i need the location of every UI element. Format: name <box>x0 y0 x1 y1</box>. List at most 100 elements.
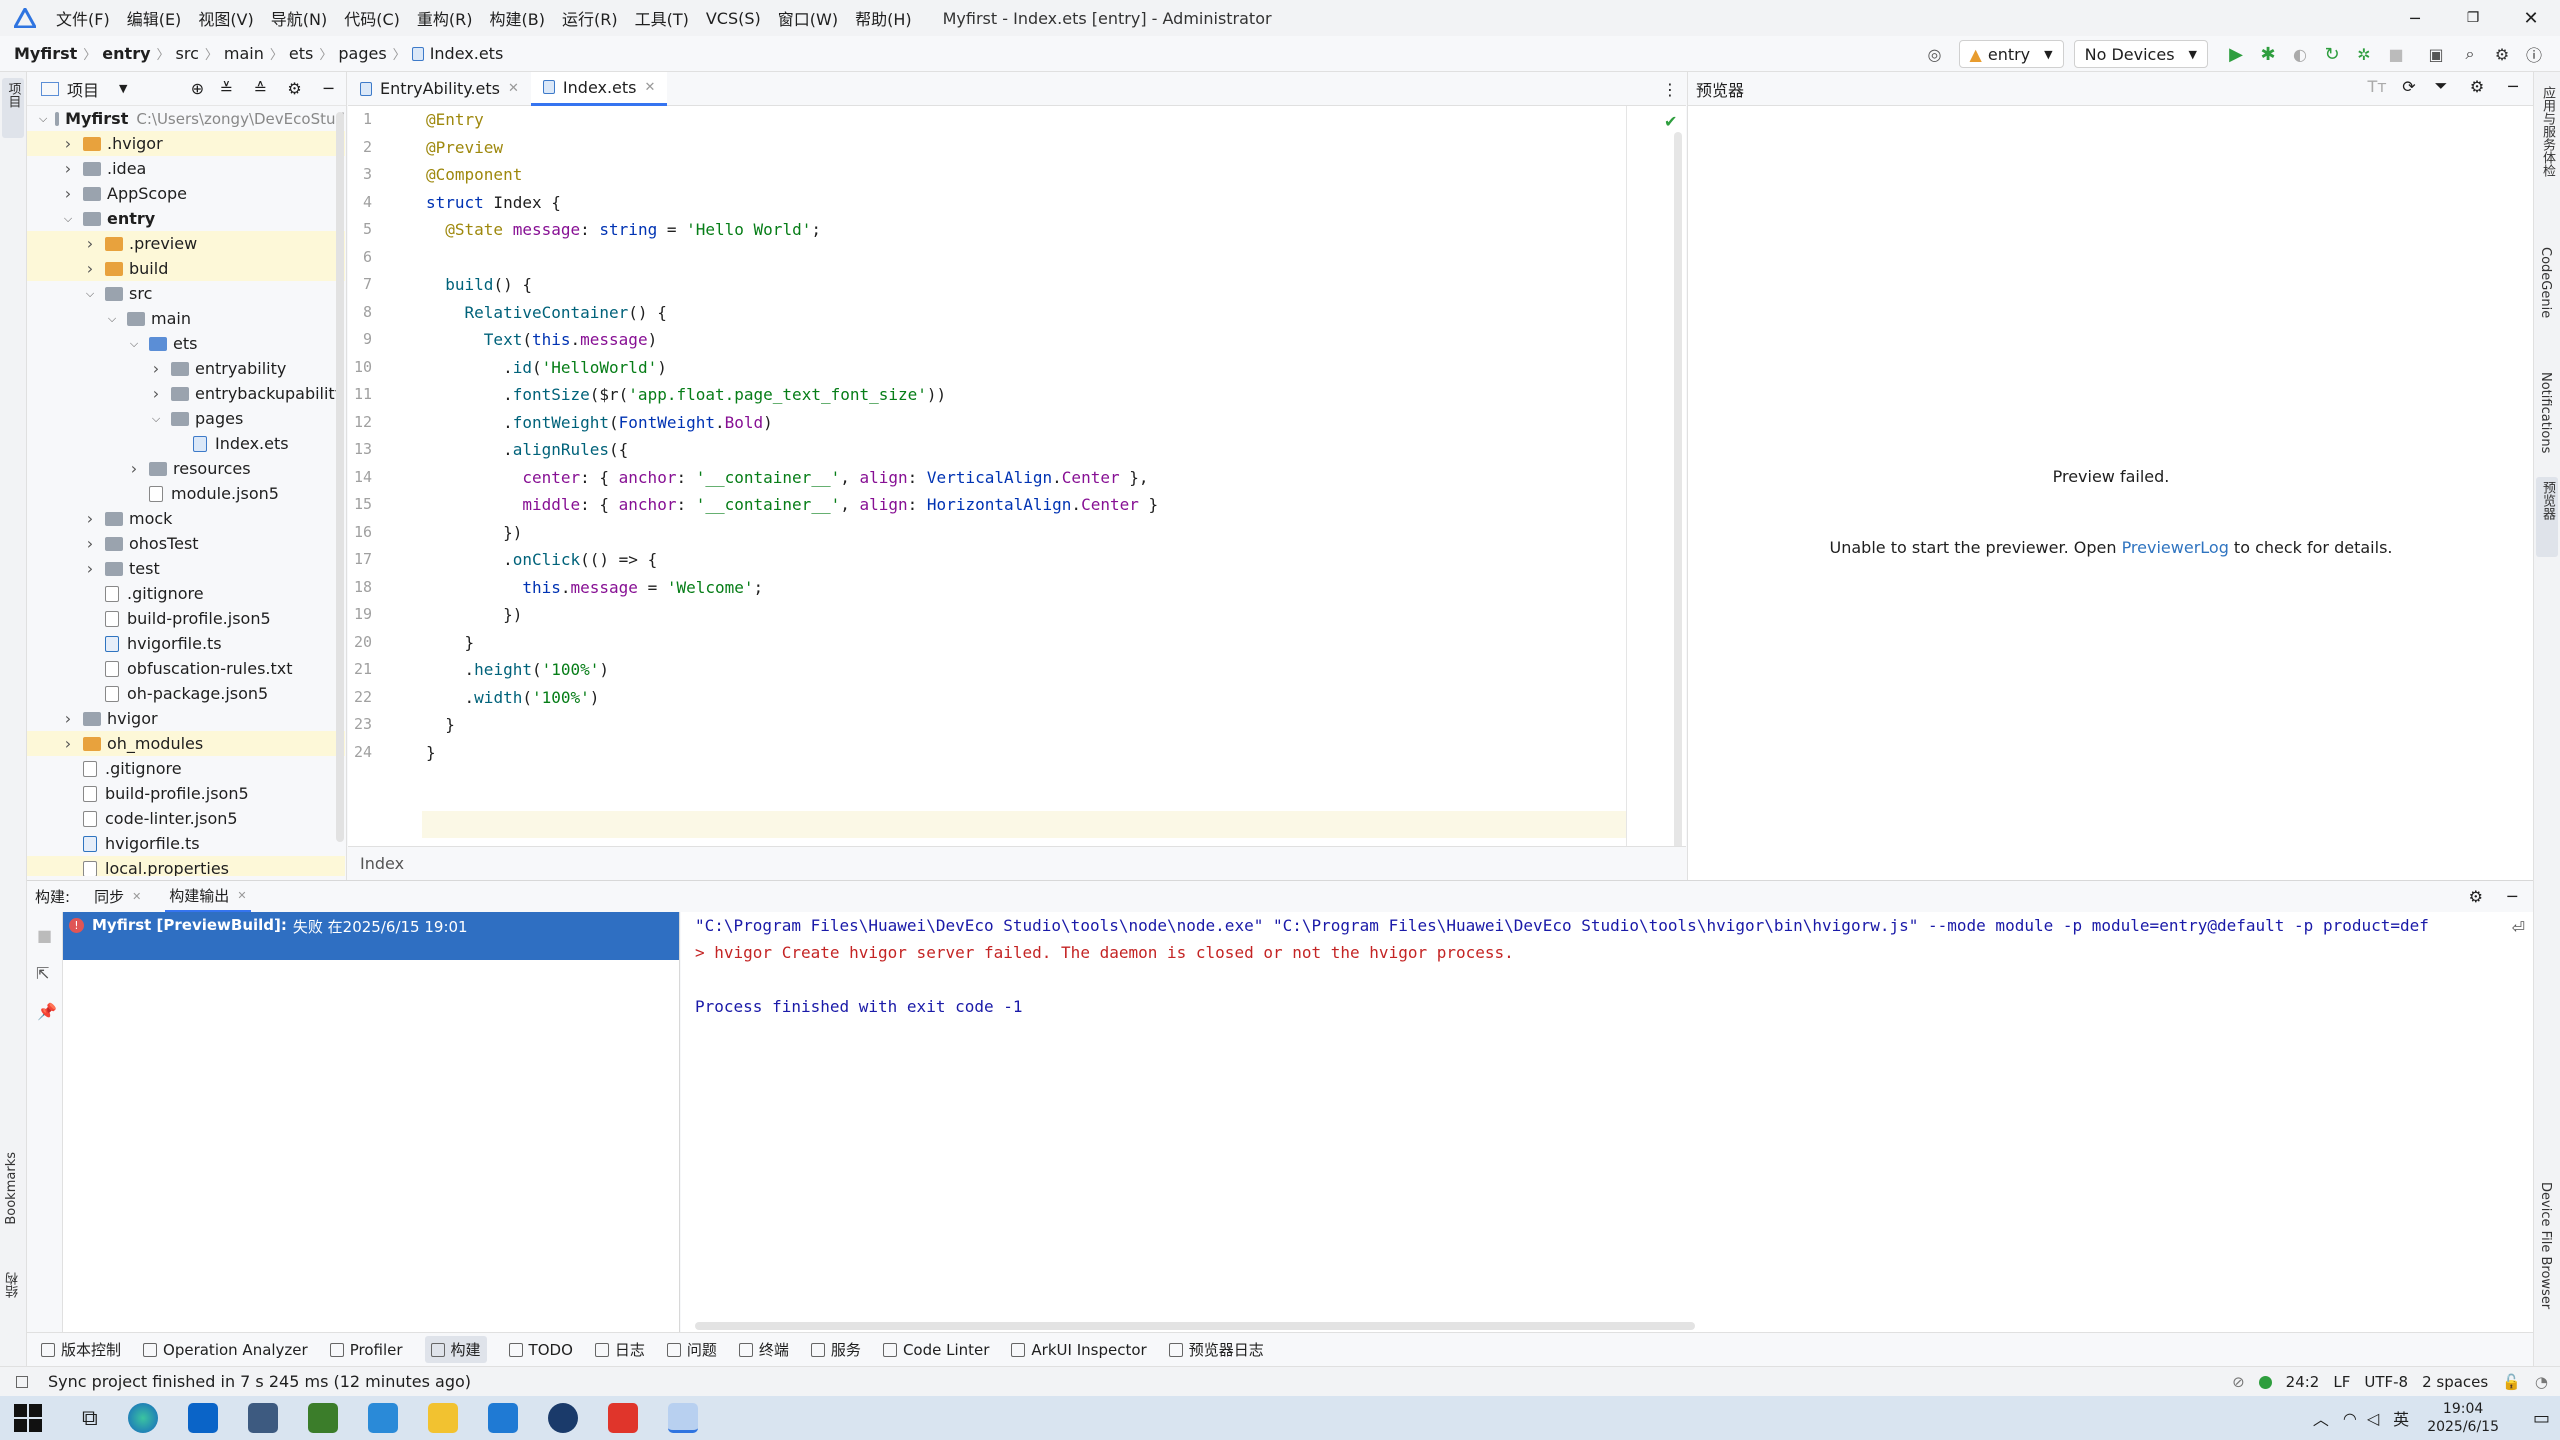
notification-center-icon[interactable]: ▭ <box>2533 1408 2550 1429</box>
line-ending[interactable]: LF <box>2333 1373 2350 1391</box>
horizontal-scrollbar[interactable] <box>695 1322 1695 1330</box>
status-toggle-icon[interactable] <box>16 1375 28 1388</box>
code-area[interactable]: 1 @Entry 2 @Preview 3 @Component 4 struct Index… <box>348 106 1638 846</box>
tree-node[interactable]: › .idea <box>27 156 345 181</box>
tab-index[interactable]: Index.ets ✕ <box>530 71 668 106</box>
chevron-right-icon[interactable]: › <box>83 534 97 553</box>
menu-item[interactable]: 工具(T) <box>635 6 689 30</box>
tree-node[interactable]: › hvigor <box>27 706 345 731</box>
project-panel-title[interactable]: 项目 <box>67 77 99 101</box>
device-selector[interactable]: No Devices ▼ <box>2073 40 2208 68</box>
vscode-icon[interactable] <box>487 1403 518 1433</box>
tool-tab[interactable]: 构建 <box>424 1336 487 1363</box>
tool-tab[interactable]: Code Linter <box>882 1341 989 1359</box>
chevron-right-icon[interactable]: › <box>61 734 75 753</box>
help-icon[interactable]: ⓘ <box>2518 42 2550 66</box>
breadcrumb-item[interactable]: src <box>176 44 199 63</box>
hide-icon[interactable]: ─ <box>2497 77 2529 96</box>
tree-node[interactable]: › .hvigor <box>27 131 345 156</box>
windows-start-icon[interactable] <box>14 1404 42 1432</box>
tree-node[interactable]: build-profile.json5 <box>27 781 345 806</box>
tab-entryability[interactable]: EntryAbility.ets ✕ <box>348 72 531 106</box>
run-icon[interactable]: ▶ <box>2220 44 2252 65</box>
edge-icon[interactable] <box>127 1403 158 1433</box>
hide-icon[interactable]: ─ <box>2507 887 2517 906</box>
project-tool-button[interactable]: 项目 <box>2 78 24 138</box>
chevron-right-icon[interactable]: › <box>83 509 97 528</box>
pin-icon[interactable]: 📌 <box>37 1002 57 1021</box>
tree-node[interactable]: ⌵ Myfirst C:\Users\zongy\DevEcoStud <box>27 106 345 131</box>
menu-item[interactable]: 导航(N) <box>271 6 327 30</box>
tool-tab[interactable]: ArkUI Inspector <box>1011 1341 1147 1359</box>
tree-scrollbar[interactable] <box>336 112 344 842</box>
tool-tab[interactable]: 终端 <box>738 1339 789 1360</box>
tool-tab[interactable]: TODO <box>508 1341 573 1359</box>
close-icon[interactable]: ✕ <box>645 80 656 95</box>
tool-tab[interactable]: 服务 <box>810 1339 861 1360</box>
tree-node[interactable]: › entryability <box>27 356 345 381</box>
menu-item[interactable]: 代码(C) <box>344 6 400 30</box>
debug-icon[interactable]: ✱ <box>2252 44 2284 65</box>
notifications-tool-button[interactable]: Notifications <box>2538 372 2553 457</box>
chevron-down-icon[interactable]: ⌵ <box>83 287 97 301</box>
tree-node[interactable]: ⌵ main <box>27 306 345 331</box>
close-icon[interactable]: ✕ <box>132 890 141 903</box>
app-circle-icon[interactable] <box>547 1403 578 1433</box>
close-icon[interactable]: ✕ <box>237 889 246 902</box>
tree-node[interactable]: › resources <box>27 456 345 481</box>
tree-node[interactable]: Index.ets <box>27 431 345 456</box>
refresh-icon[interactable]: ⟳ <box>2393 77 2425 96</box>
tree-node[interactable]: .gitignore <box>27 581 345 606</box>
tree-node[interactable]: › AppScope <box>27 181 345 206</box>
task-view-icon[interactable]: ⧉ <box>82 1406 98 1431</box>
app-service-tool-button[interactable]: 应用与服务体检 <box>2538 86 2557 181</box>
codegenie-tool-button[interactable]: CodeGenie <box>2538 247 2553 322</box>
store-icon[interactable] <box>367 1403 398 1433</box>
clock[interactable]: 19:04 2025/6/15 <box>2427 1400 2499 1436</box>
tree-node[interactable]: › entrybackupability <box>27 381 345 406</box>
volume-icon[interactable]: ◁ <box>2367 1409 2379 1428</box>
tree-node[interactable]: › mock <box>27 506 345 531</box>
collapse-all-icon[interactable]: ≙ <box>243 79 277 98</box>
profile-icon[interactable]: ◐ <box>2284 45 2316 64</box>
indent-setting[interactable]: 2 spaces <box>2422 1373 2488 1391</box>
build-tab-output[interactable]: 构建输出 ✕ <box>165 881 251 913</box>
menu-item[interactable]: VCS(S) <box>706 9 761 28</box>
device-manager-icon[interactable]: ▣ <box>2418 45 2454 64</box>
tree-node[interactable]: local.properties <box>27 856 345 876</box>
chevron-down-icon[interactable]: ▼ <box>119 82 127 95</box>
structure-tool-button[interactable]: 结构 <box>4 1272 23 1302</box>
input-language[interactable]: 英 <box>2393 1406 2409 1430</box>
status-message[interactable]: Sync project finished in 7 s 245 ms (12 … <box>48 1372 471 1391</box>
more-options-icon[interactable]: ⋮ <box>1662 80 1678 99</box>
settings-icon[interactable]: ⚙ <box>2469 887 2483 906</box>
hide-icon[interactable]: ─ <box>311 79 345 98</box>
chevron-right-icon[interactable]: › <box>149 384 163 403</box>
chevron-right-icon[interactable]: › <box>83 559 97 578</box>
tree-node[interactable]: › test <box>27 556 345 581</box>
tree-node[interactable]: › ohosTest <box>27 531 345 556</box>
tree-node[interactable]: oh-package.json5 <box>27 681 345 706</box>
tree-node[interactable]: › build <box>27 256 345 281</box>
breadcrumb-item[interactable]: Index.ets <box>430 44 504 63</box>
filter-icon[interactable]: ⏷ <box>2425 76 2457 96</box>
tree-node[interactable]: hvigorfile.ts <box>27 631 345 656</box>
calculator-icon[interactable] <box>247 1403 278 1433</box>
tool-tab[interactable]: 预览器日志 <box>1168 1339 1264 1360</box>
menu-item[interactable]: 视图(V) <box>198 6 253 30</box>
stop-icon[interactable]: ■ <box>37 926 52 945</box>
gear-icon[interactable]: ⚙ <box>277 79 311 98</box>
build-tab-sync[interactable]: 同步 ✕ <box>94 886 141 907</box>
wps-icon[interactable] <box>607 1403 638 1433</box>
locate-icon[interactable]: ⊕ <box>185 79 209 98</box>
chevron-right-icon[interactable]: › <box>61 709 75 728</box>
breadcrumb-item[interactable]: pages <box>338 44 386 63</box>
chevron-down-icon[interactable]: ⌵ <box>127 337 141 351</box>
file-encoding[interactable]: UTF-8 <box>2364 1373 2408 1391</box>
menu-item[interactable]: 构建(B) <box>490 6 545 30</box>
expand-all-icon[interactable]: ≚ <box>209 79 243 98</box>
chevron-right-icon[interactable]: › <box>83 259 97 278</box>
tree-node[interactable]: module.json5 <box>27 481 345 506</box>
caret-position[interactable]: 24:2 <box>2286 1373 2320 1391</box>
menu-item[interactable]: 运行(R) <box>562 6 618 30</box>
